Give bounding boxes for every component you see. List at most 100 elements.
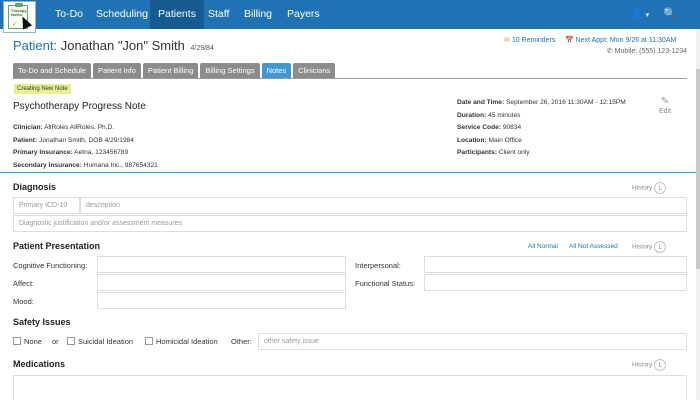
location-label: Location: — [457, 136, 487, 144]
service-code-label: Service Code: — [457, 124, 501, 131]
note-meta: Date and Time: September 26, 2016 11:30A… — [457, 97, 626, 160]
reminders-label: 10 Reminders — [511, 37, 556, 44]
datetime-value: September 26, 2016 11:30AM - 12:15PM — [506, 99, 626, 106]
clinician-label: Clinician: — [13, 124, 43, 131]
location-value: Main Office — [488, 136, 522, 144]
history-label: History — [632, 243, 653, 251]
primary-insurance-label: Primary Insurance: — [13, 149, 73, 156]
note-title: Psychotherapy Progress Note — [13, 101, 146, 112]
patient-name[interactable]: Jonathan "Jon" Smith — [61, 38, 185, 53]
patient-info-label: Patient: — [13, 136, 38, 144]
diagnosis-title: Diagnosis — [13, 182, 57, 192]
justification-placeholder: Diagnostic justification and/or assessme… — [19, 220, 183, 227]
mobile-label: Mobile: (555) 123-1234 — [614, 48, 687, 55]
calendar-icon: 📅 — [565, 37, 574, 44]
clock-icon — [654, 359, 667, 371]
none-checkbox[interactable] — [13, 337, 21, 345]
creating-note-badge: Creating New Note — [14, 84, 71, 94]
safety-title: Safety Issues — [13, 317, 71, 327]
medications-title: Medications — [13, 359, 66, 369]
other-label: Other: — [231, 337, 252, 346]
secondary-insurance-label: Secondary Insurance: — [13, 161, 82, 169]
other-safety-placeholder: other safety issue — [264, 338, 319, 345]
nav-scheduling[interactable]: Scheduling — [88, 0, 156, 29]
reminders-link[interactable]: ✉ 10 Reminders — [504, 36, 555, 44]
nav-staff[interactable]: Staff — [200, 0, 237, 29]
history-label: History — [632, 361, 653, 369]
homicidal-checkbox[interactable] — [145, 337, 153, 345]
suicidal-label: Suicidal Ideation — [78, 337, 134, 346]
mood-label: Mood: — [13, 297, 34, 306]
clock-icon — [654, 182, 667, 194]
medications-input[interactable] — [13, 375, 687, 400]
patient-mobile: ✆ Mobile: (555) 123-1234 — [607, 47, 687, 55]
therapynotes-logo[interactable]: Therapy Notes ✓ — [3, 1, 36, 33]
diagnostic-justification-input[interactable]: Diagnostic justification and/or assessme… — [13, 215, 687, 232]
interpersonal-input[interactable] — [424, 256, 687, 273]
homicidal-label: Homicidal Ideation — [156, 337, 218, 346]
scrollbar-thumb[interactable] — [696, 69, 700, 269]
tab-divider — [13, 78, 687, 79]
tab-todo-schedule[interactable]: To-Do and Schedule — [13, 63, 91, 78]
patient-dob: 4/29/84 — [190, 45, 214, 52]
nav-todo[interactable]: To-Do — [47, 0, 91, 29]
duration-value: 45 minutes — [488, 111, 521, 119]
clock-icon — [654, 241, 667, 253]
suicidal-checkbox[interactable] — [67, 337, 75, 345]
next-appointment-link[interactable]: 📅 Next Appt: Mon 9/26 at 11:30AM — [565, 36, 676, 44]
tab-patient-billing[interactable]: Patient Billing — [142, 63, 199, 78]
secondary-insurance-value: Humana Inc., 987654321 — [83, 161, 158, 169]
diagnosis-history-button[interactable]: History — [632, 182, 667, 194]
presentation-history-button[interactable]: History — [632, 241, 667, 253]
primary-insurance-value: Aetna, 123456789 — [74, 149, 129, 156]
duration-label: Duration: — [457, 111, 487, 119]
affect-label: Affect: — [13, 279, 35, 288]
user-menu-button[interactable]: 👤 ▾ — [630, 0, 649, 29]
icd10-placeholder: Primary ICD-10 — [19, 202, 68, 209]
chevron-down-icon: ▾ — [643, 12, 650, 19]
all-normal-link[interactable]: All Normal — [528, 243, 558, 250]
presentation-title: Patient Presentation — [13, 241, 101, 251]
search-button[interactable]: 🔍 — [663, 0, 677, 29]
functional-input[interactable] — [424, 274, 687, 291]
nav-payers[interactable]: Payers — [279, 0, 328, 29]
section-divider — [0, 172, 700, 173]
nav-billing[interactable]: Billing — [236, 0, 280, 29]
participants-value: Client only — [498, 149, 530, 156]
pencil-icon: ✎ — [660, 96, 670, 107]
patient-label: Patient: — [13, 38, 58, 53]
tab-clinicians[interactable]: Clinicians — [293, 63, 336, 78]
service-code-value: 90834 — [502, 124, 522, 131]
interpersonal-label: Interpersonal: — [355, 261, 401, 270]
diagnosis-description-input[interactable]: description — [80, 197, 687, 214]
user-icon: 👤 — [630, 8, 644, 20]
tab-notes[interactable]: Notes — [261, 63, 292, 78]
nav-patients[interactable]: Patients — [150, 0, 204, 29]
all-not-assessed-link[interactable]: All Not Assessed — [569, 243, 618, 250]
next-appt-label: Next Appt: Mon 9/26 at 11:30AM — [575, 37, 677, 44]
tab-patient-info[interactable]: Patient Info — [92, 63, 141, 78]
patient-info-value: Jonathan Smith, DOB 4/29/1984 — [39, 136, 134, 144]
phone-icon: ✆ — [606, 48, 613, 55]
functional-label: Functional Status: — [355, 279, 416, 288]
medications-history-button[interactable]: History — [632, 359, 667, 371]
patient-tabs: To-Do and Schedule Patient Info Patient … — [13, 63, 336, 78]
datetime-label: Date and Time: — [457, 99, 505, 106]
edit-label: Edit — [658, 108, 672, 115]
search-icon: 🔍 — [663, 8, 677, 20]
none-label: None — [24, 337, 42, 346]
tab-billing-settings[interactable]: Billing Settings — [200, 63, 260, 78]
patient-header: Patient: Jonathan "Jon" Smith 4/29/84 — [13, 38, 214, 53]
other-safety-input[interactable]: other safety issue — [258, 333, 687, 350]
primary-icd10-input[interactable]: Primary ICD-10 — [13, 197, 80, 214]
mood-input[interactable] — [97, 292, 346, 309]
cognitive-input[interactable] — [97, 256, 346, 273]
bell-icon: ✉ — [504, 37, 510, 44]
affect-input[interactable] — [97, 274, 346, 291]
or-label: or — [52, 337, 59, 346]
clinician-value: AllRoles AllRoles, Ph.D. — [44, 124, 115, 131]
page-scrollbar[interactable] — [696, 29, 700, 400]
edit-button[interactable]: ✎ Edit — [655, 96, 675, 115]
history-label: History — [632, 184, 653, 192]
participants-label: Participants: — [457, 149, 497, 156]
